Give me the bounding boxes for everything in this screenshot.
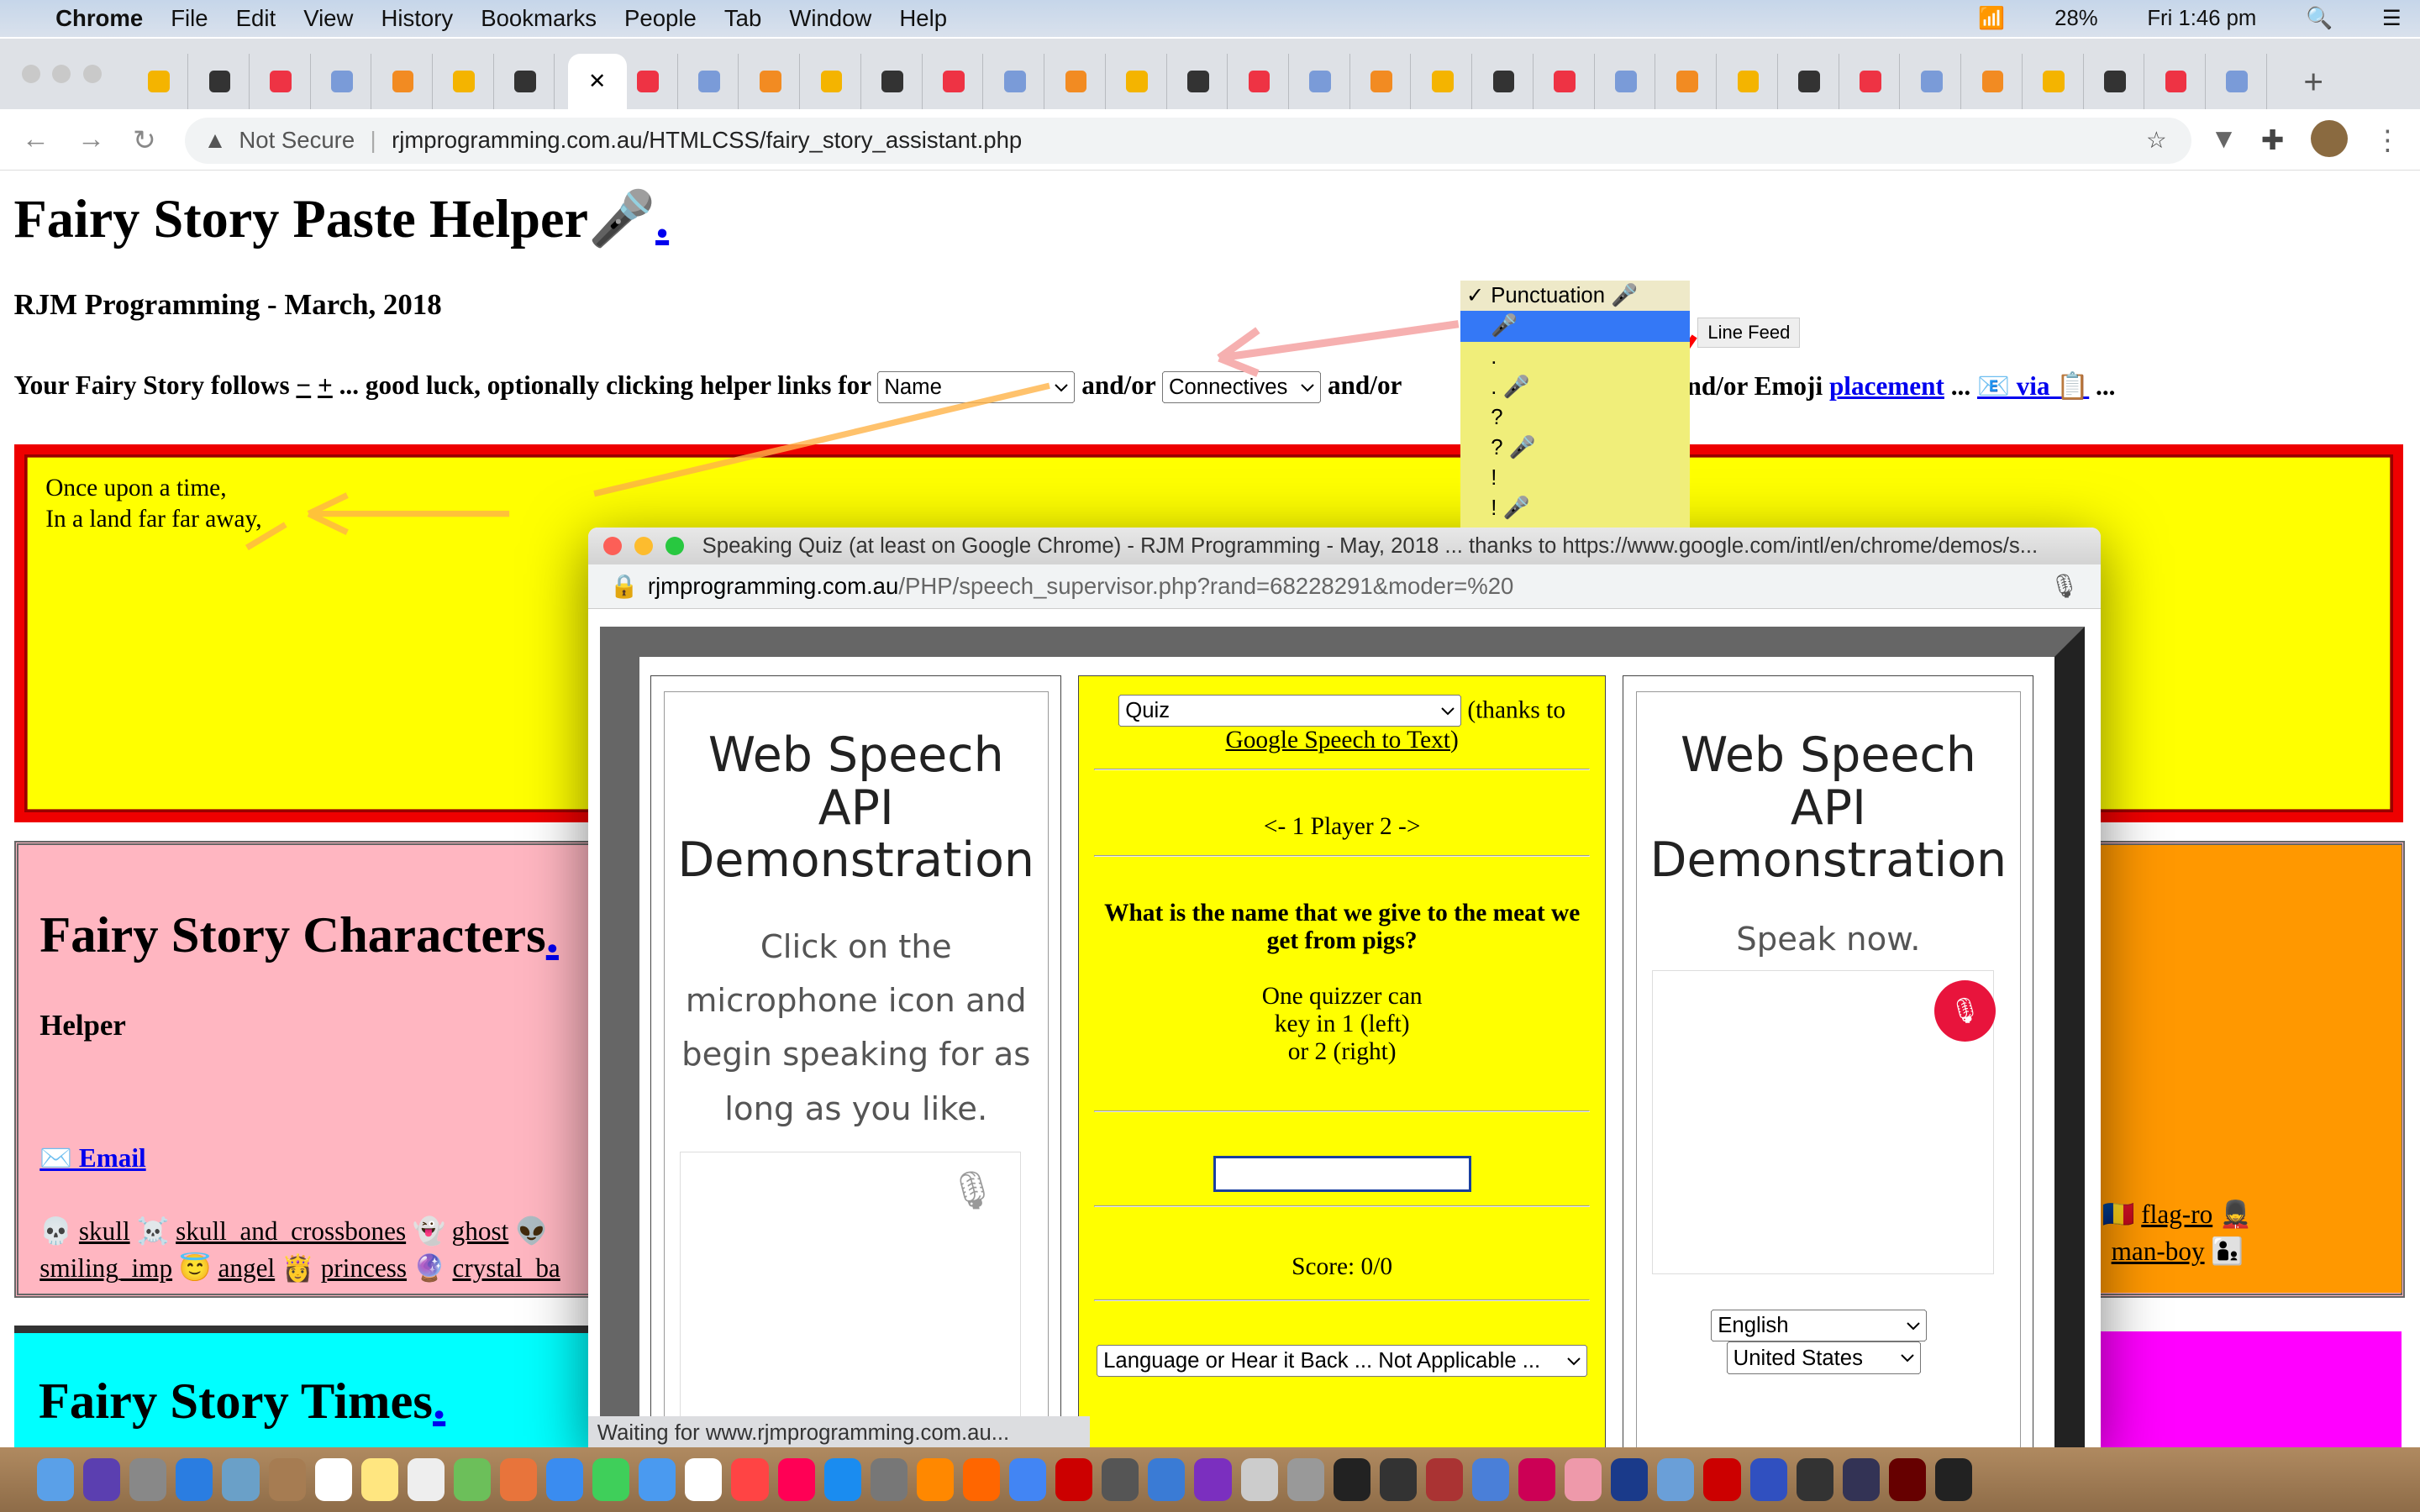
- dock-app-icon[interactable]: [1333, 1457, 1370, 1502]
- dock-app-icon[interactable]: [1796, 1457, 1833, 1502]
- players-label: <- 1 Player 2 ->: [1263, 813, 1421, 841]
- dock-app-icon[interactable]: [1703, 1457, 1741, 1502]
- dock-app-icon[interactable]: [83, 1457, 121, 1502]
- dropdown-option[interactable]: .: [1460, 342, 1691, 372]
- dock-app-icon[interactable]: [1240, 1457, 1278, 1502]
- dock-app-icon[interactable]: [500, 1457, 538, 1502]
- dock-app-icon[interactable]: [1657, 1457, 1695, 1502]
- dropdown-option[interactable]: . 🎤: [1460, 372, 1691, 402]
- popup-url-host: rjmprogramming.com.au: [647, 572, 899, 599]
- dock-app-icon[interactable]: [962, 1457, 1001, 1502]
- mic-icon[interactable]: 🎙: [2049, 572, 2079, 600]
- dock-app-icon[interactable]: [176, 1457, 213, 1502]
- right-heading: Web Speech API Demonstration: [1649, 727, 2007, 889]
- left-info: Click on the microphone icon and begin s…: [681, 927, 1031, 1128]
- dock-app-icon[interactable]: [1611, 1457, 1649, 1502]
- punctuation-dropdown-list[interactable]: ✓ Punctuation 🎤 🎤 . . 🎤 ? ? 🎤 ! ! 🎤: [1460, 281, 1691, 528]
- dock-app-icon[interactable]: [592, 1457, 630, 1502]
- right-info: Speak now.: [1736, 920, 1921, 958]
- speaking-quiz-popup: Speaking Quiz (at least on Google Chrome…: [587, 528, 2101, 1451]
- dropdown-option[interactable]: ! 🎤: [1460, 493, 1691, 523]
- dock: [0, 1446, 2420, 1512]
- dock-app-icon[interactable]: [1055, 1457, 1093, 1502]
- google-speech-link[interactable]: Google Speech to Text: [1226, 727, 1450, 753]
- score-label: Score: 0/0: [1292, 1253, 1393, 1281]
- dock-app-icon[interactable]: [546, 1457, 584, 1502]
- left-transcript[interactable]: 🎙: [680, 1152, 1022, 1431]
- orange-arrow: [245, 382, 1050, 551]
- left-speech-panel: Web Speech API Demonstration Click on th…: [650, 675, 1061, 1450]
- dropdown-option[interactable]: ✓ Punctuation 🎤: [1460, 281, 1691, 312]
- dock-app-icon[interactable]: [870, 1457, 908, 1502]
- right-transcript[interactable]: 🎙: [1652, 969, 1996, 1274]
- dock-app-icon[interactable]: [1749, 1457, 1787, 1502]
- dock-app-icon[interactable]: [1425, 1457, 1463, 1502]
- dock-app-icon[interactable]: [453, 1457, 491, 1502]
- microphone-active-icon[interactable]: 🎙: [1933, 979, 1996, 1042]
- dock-app-icon[interactable]: [916, 1457, 954, 1502]
- dock-app-icon[interactable]: [823, 1457, 861, 1502]
- pink-arrow: [1217, 320, 1460, 377]
- dock-app-icon[interactable]: [129, 1457, 167, 1502]
- language-select[interactable]: English: [1711, 1309, 1928, 1342]
- dock-app-icon[interactable]: [1934, 1457, 1972, 1502]
- dock-app-icon[interactable]: [1379, 1457, 1417, 1502]
- dropdown-option[interactable]: !: [1460, 463, 1691, 493]
- dock-app-icon[interactable]: [1842, 1457, 1880, 1502]
- popup-title: Speaking Quiz (at least on Google Chrome…: [702, 533, 2039, 558]
- popup-titlebar[interactable]: Speaking Quiz (at least on Google Chrome…: [587, 528, 2101, 565]
- popup-minimize-button[interactable]: [634, 537, 653, 556]
- dialect-select[interactable]: United States: [1726, 1341, 1922, 1374]
- dock-app-icon[interactable]: [777, 1457, 815, 1502]
- popup-close-button[interactable]: [603, 537, 623, 556]
- dock-app-icon[interactable]: [268, 1457, 306, 1502]
- dock-app-icon[interactable]: [1518, 1457, 1556, 1502]
- dock-app-icon[interactable]: [1286, 1457, 1324, 1502]
- dock-app-icon[interactable]: [639, 1457, 676, 1502]
- mode-select[interactable]: Quiz: [1118, 694, 1461, 727]
- lock-icon: 🔒: [609, 573, 639, 600]
- dock-app-icon[interactable]: [314, 1457, 352, 1502]
- dock-app-icon[interactable]: [1565, 1457, 1602, 1502]
- dropdown-option[interactable]: ? 🎤: [1460, 433, 1691, 463]
- dock-app-icon[interactable]: [360, 1457, 398, 1502]
- dock-app-icon[interactable]: [37, 1457, 75, 1502]
- quiz-question: What is the name that we give to the mea…: [1104, 900, 1581, 955]
- dock-app-icon[interactable]: [1009, 1457, 1047, 1502]
- dock-app-icon[interactable]: [1194, 1457, 1232, 1502]
- answer-input[interactable]: [1213, 1155, 1471, 1192]
- dock-app-icon[interactable]: [407, 1457, 445, 1502]
- popup-url-bar[interactable]: 🔒 rjmprogramming.com.au/PHP/speech_super…: [587, 564, 2101, 609]
- status-bubble: Waiting for www.rjmprogramming.com.au...: [587, 1416, 1090, 1451]
- dock-app-icon[interactable]: [1148, 1457, 1186, 1502]
- dock-app-icon[interactable]: [731, 1457, 769, 1502]
- quiz-panel: Quiz (thanks to Google Speech to Text) <…: [1078, 675, 1607, 1450]
- quiz-frame: Web Speech API Demonstration Click on th…: [600, 626, 2086, 1451]
- popup-url-path: /PHP/speech_supervisor.php?rand=68228291…: [898, 572, 1514, 599]
- dock-app-icon[interactable]: [1888, 1457, 1926, 1502]
- dock-app-icon[interactable]: [685, 1457, 723, 1502]
- left-heading: Web Speech API Demonstration: [677, 727, 1035, 889]
- dock-app-icon[interactable]: [222, 1457, 260, 1502]
- microphone-icon[interactable]: 🎙: [949, 1168, 996, 1212]
- popup-zoom-button[interactable]: [665, 537, 684, 556]
- tooltip: Line Feed: [1697, 318, 1801, 348]
- language-hear-back-select[interactable]: Language or Hear it Back ... Not Applica…: [1097, 1344, 1588, 1378]
- dock-app-icon[interactable]: [1102, 1457, 1139, 1502]
- right-speech-panel: Web Speech API Demonstration Speak now. …: [1623, 675, 2033, 1450]
- dropdown-option[interactable]: ?: [1460, 402, 1691, 433]
- dropdown-option-highlighted[interactable]: 🎤: [1460, 311, 1691, 342]
- dock-app-icon[interactable]: [1471, 1457, 1510, 1502]
